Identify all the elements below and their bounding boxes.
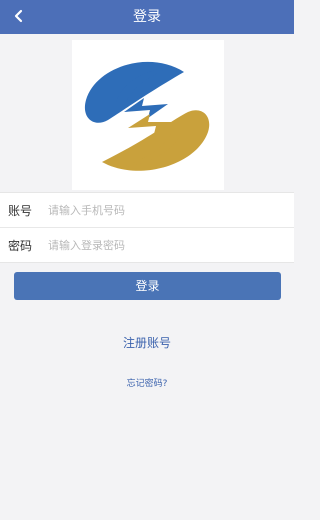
- company-logo-icon: [84, 61, 210, 171]
- password-input[interactable]: [48, 230, 294, 260]
- header-bar: 登录: [0, 0, 294, 34]
- logo: [72, 40, 224, 190]
- account-input[interactable]: [48, 195, 294, 225]
- password-row: 密码: [0, 227, 294, 262]
- account-row: 账号: [0, 193, 294, 227]
- register-link[interactable]: 注册账号: [0, 334, 294, 351]
- forgot-password-link[interactable]: 忘记密码?: [0, 376, 294, 389]
- login-form: 账号 密码: [0, 192, 294, 263]
- password-label: 密码: [8, 238, 33, 253]
- page-title: 登录: [133, 9, 161, 25]
- login-button[interactable]: 登录: [14, 272, 281, 300]
- account-label: 账号: [8, 203, 33, 218]
